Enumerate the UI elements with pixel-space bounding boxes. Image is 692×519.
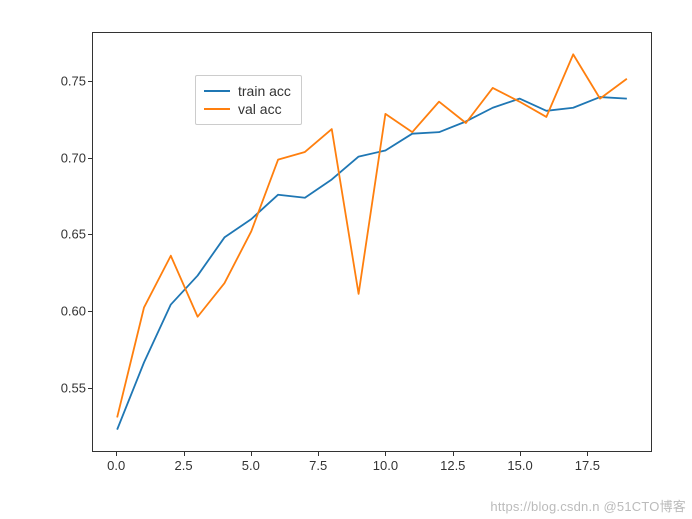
- x-tick: [318, 452, 319, 456]
- legend-swatch-train: [204, 90, 230, 92]
- x-tick: [251, 452, 252, 456]
- legend-label-val: val acc: [238, 100, 282, 118]
- x-tick-label: 7.5: [309, 458, 327, 473]
- x-tick-label: 15.0: [507, 458, 532, 473]
- x-tick-label: 2.5: [174, 458, 192, 473]
- x-tick: [453, 452, 454, 456]
- legend-item-train: train acc: [204, 82, 291, 100]
- x-tick: [116, 452, 117, 456]
- legend: train acc val acc: [195, 75, 302, 125]
- x-tick-label: 10.0: [373, 458, 398, 473]
- y-tick-label: 0.70: [61, 150, 86, 165]
- y-tick-label: 0.75: [61, 74, 86, 89]
- legend-swatch-val: [204, 108, 230, 110]
- chart-lines: [93, 33, 651, 451]
- y-tick-label: 0.65: [61, 227, 86, 242]
- x-tick-label: 12.5: [440, 458, 465, 473]
- x-tick: [587, 452, 588, 456]
- legend-item-val: val acc: [204, 100, 291, 118]
- x-tick: [184, 452, 185, 456]
- y-tick-label: 0.60: [61, 303, 86, 318]
- y-tick: [88, 158, 92, 159]
- series-train-acc: [117, 97, 627, 430]
- series-val-acc: [117, 54, 627, 417]
- y-tick: [88, 81, 92, 82]
- x-tick: [520, 452, 521, 456]
- plot-area: train acc val acc: [92, 32, 652, 452]
- x-tick: [385, 452, 386, 456]
- y-tick: [88, 311, 92, 312]
- x-tick-label: 0.0: [107, 458, 125, 473]
- legend-label-train: train acc: [238, 82, 291, 100]
- y-tick-label: 0.55: [61, 380, 86, 395]
- y-tick: [88, 388, 92, 389]
- x-tick-label: 5.0: [242, 458, 260, 473]
- x-tick-label: 17.5: [575, 458, 600, 473]
- watermark-text: https://blog.csdn.n @51CTO博客: [490, 496, 686, 515]
- y-tick: [88, 234, 92, 235]
